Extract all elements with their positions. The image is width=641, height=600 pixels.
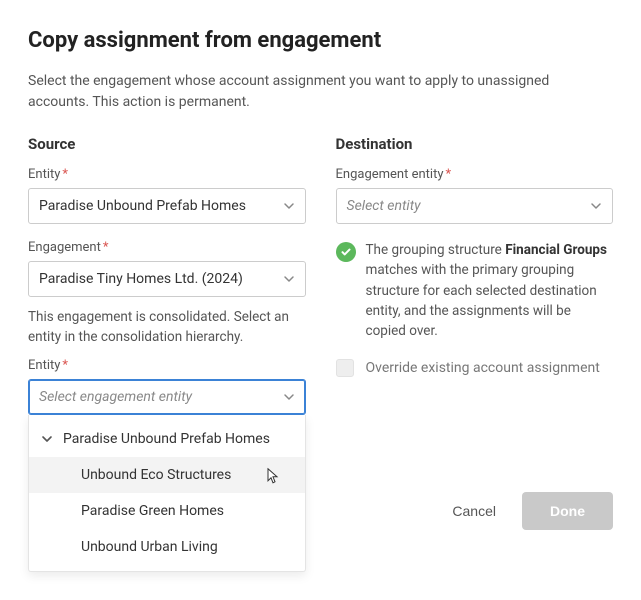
source-engagement-label: Engagement* xyxy=(28,240,306,255)
tree-child-label: Paradise Green Homes xyxy=(81,503,224,519)
source-column: Source Entity* Paradise Unbound Prefab H… xyxy=(28,135,306,572)
tree-child-label: Unbound Eco Structures xyxy=(81,467,231,483)
source-engagement-value: Paradise Tiny Homes Ltd. (2024) xyxy=(39,271,243,287)
cancel-button[interactable]: Cancel xyxy=(446,495,502,527)
destination-entity-select[interactable]: Select entity xyxy=(336,188,614,224)
override-label: Override existing account assignment xyxy=(366,360,600,376)
chevron-down-icon xyxy=(283,273,295,285)
override-checkbox[interactable] xyxy=(336,359,354,377)
tree-child-item[interactable]: Unbound Urban Living xyxy=(29,529,305,565)
destination-entity-label: Engagement entity* xyxy=(336,167,614,182)
source-entity-label: Entity* xyxy=(28,167,306,182)
required-marker: * xyxy=(62,358,68,373)
tree-parent-item[interactable]: Paradise Unbound Prefab Homes xyxy=(29,421,305,457)
destination-column: Destination Engagement entity* Select en… xyxy=(336,135,614,572)
consolidated-helper-text: This engagement is consolidated. Select … xyxy=(28,307,306,348)
grouping-match-text: The grouping structure Financial Groups … xyxy=(366,240,614,341)
two-column-layout: Source Entity* Paradise Unbound Prefab H… xyxy=(28,135,613,572)
chevron-down-icon xyxy=(41,433,53,445)
override-row: Override existing account assignment xyxy=(336,359,614,377)
chevron-down-icon xyxy=(283,391,295,403)
tree-parent-label: Paradise Unbound Prefab Homes xyxy=(63,431,270,447)
page-title: Copy assignment from engagement xyxy=(28,28,613,53)
source-entity-select[interactable]: Paradise Unbound Prefab Homes xyxy=(28,188,306,224)
destination-heading: Destination xyxy=(336,135,614,153)
intro-text: Select the engagement whose account assi… xyxy=(28,71,613,113)
hierarchy-entity-select[interactable]: Select engagement entity xyxy=(28,379,306,415)
tree-child-item[interactable]: Unbound Eco Structures xyxy=(29,457,305,493)
check-circle-icon xyxy=(336,242,356,262)
tree-child-label: Unbound Urban Living xyxy=(81,539,218,555)
chevron-down-icon xyxy=(590,200,602,212)
dialog-footer: Cancel Done xyxy=(336,492,614,530)
required-marker: * xyxy=(445,167,451,182)
chevron-down-icon xyxy=(283,200,295,212)
cursor-icon xyxy=(265,467,279,485)
required-marker: * xyxy=(62,167,68,182)
hierarchy-entity-label: Entity* xyxy=(28,358,306,373)
done-button[interactable]: Done xyxy=(522,492,613,530)
hierarchy-entity-placeholder: Select engagement entity xyxy=(39,389,192,405)
entity-tree-dropdown: Paradise Unbound Prefab Homes Unbound Ec… xyxy=(28,415,306,572)
source-engagement-select[interactable]: Paradise Tiny Homes Ltd. (2024) xyxy=(28,261,306,297)
destination-entity-placeholder: Select entity xyxy=(347,198,421,214)
tree-child-item[interactable]: Paradise Green Homes xyxy=(29,493,305,529)
required-marker: * xyxy=(103,240,109,255)
grouping-match-status: The grouping structure Financial Groups … xyxy=(336,240,614,341)
source-heading: Source xyxy=(28,135,306,153)
source-entity-value: Paradise Unbound Prefab Homes xyxy=(39,198,246,214)
